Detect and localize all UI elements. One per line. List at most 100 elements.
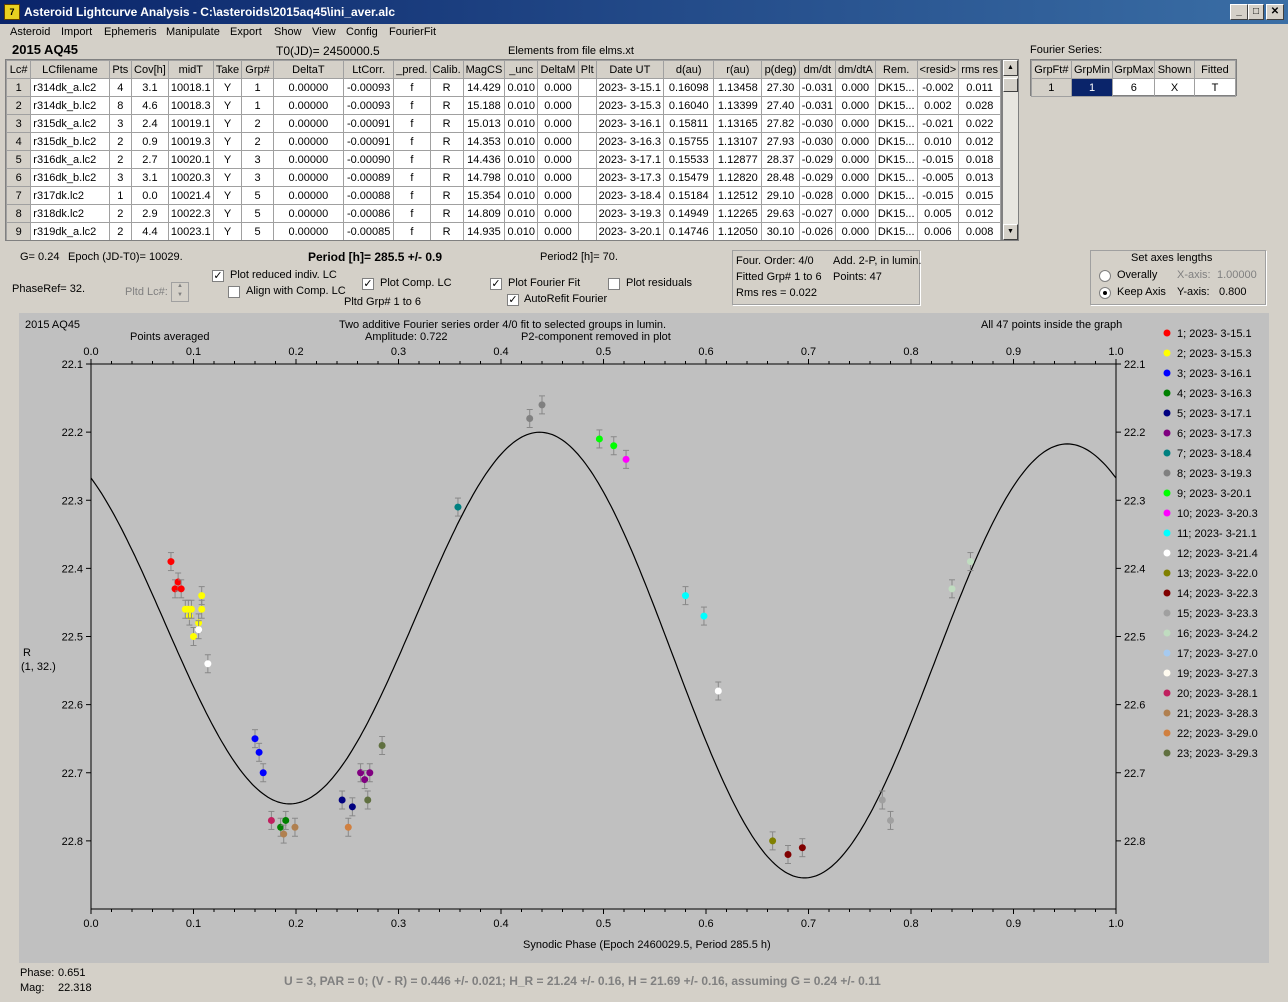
table-cell[interactable]: -0.015 [916,150,960,169]
table-cell[interactable]: 0.000 [537,78,579,97]
table-row[interactable]: 3 r315dk_a.lc2 3 2.4 10019.1 Y 2 0.00000 -0.0009… [6,114,1001,133]
table-cell[interactable]: 4 [108,78,132,97]
table-cell[interactable]: r319dk_a.lc2 [30,222,110,240]
table-cell[interactable]: 0.9 [130,132,169,151]
table-cell[interactable]: 2.4 [130,114,169,133]
table-cell[interactable]: 0.16040 [663,96,715,115]
table-cell[interactable]: 10020.3 [167,168,214,187]
table-cell[interactable]: 15.188 [462,96,506,115]
table-cell[interactable]: 0.00000 [272,78,345,97]
table-cell[interactable]: 27.93 [761,132,800,151]
table-cell[interactable]: 1.12877 [713,150,763,169]
table-cell[interactable]: 0.16098 [663,78,715,97]
table-cell[interactable]: DK15... [874,132,918,151]
autorefit-checkbox[interactable]: ✓ [507,294,519,306]
table-cell[interactable]: -0.031 [798,78,836,97]
table-cell[interactable]: 0.010 [504,186,539,205]
column-header[interactable]: Lc# [6,60,32,79]
table-cell[interactable]: 0.010 [504,222,539,240]
column-header[interactable]: _pred. [393,60,431,79]
table-cell[interactable]: 2 [108,132,132,151]
table-cell[interactable]: 0.028 [958,96,1001,115]
table-cell[interactable]: -0.00085 [343,222,395,240]
table-cell[interactable]: 2 [241,132,274,151]
table-cell[interactable]: 5 [6,150,32,169]
table-cell[interactable]: 1.13107 [713,132,763,151]
table-cell[interactable]: DK15... [874,204,918,223]
table-cell[interactable]: 2023- 3-17.1 [595,150,665,169]
table-cell[interactable]: -0.029 [798,150,836,169]
table-cell[interactable]: -0.030 [798,114,836,133]
menu-import[interactable]: Import [61,26,92,38]
table-cell[interactable]: 27.40 [761,96,800,115]
plot-svg[interactable]: 0.0 0.0 0.1 0.1 0.2 0.2 0.3 0.3 0.4 0.4 0.5 0.5 0.6 0… [19,313,1269,963]
table-cell[interactable]: 0.022 [958,114,1001,133]
table-cell[interactable] [577,96,597,115]
table-cell[interactable] [577,132,597,151]
table-cell[interactable]: 0.000 [834,132,876,151]
table-cell[interactable]: 0.010 [504,96,539,115]
table-cell[interactable]: 3 [241,168,274,187]
table-cell[interactable]: f [393,186,431,205]
column-header[interactable]: _unc [504,60,539,79]
table-row[interactable]: 7 r317dk.lc2 1 0.0 10021.4 Y 5 0.00000 -0.00088 f… [6,186,1001,205]
table-cell[interactable]: Y [212,186,243,205]
table-cell[interactable]: 0.000 [537,114,579,133]
table-cell[interactable]: Y [212,78,243,97]
table-cell[interactable]: 0.013 [958,168,1001,187]
table-cell[interactable]: 28.37 [761,150,800,169]
column-header[interactable]: p(deg) [761,60,800,79]
table-cell[interactable]: r316dk_b.lc2 [30,168,110,187]
fourier-cell-fitted[interactable]: T [1193,78,1237,97]
table-cell[interactable]: 10023.1 [167,222,214,240]
table-cell[interactable]: 0.15533 [663,150,715,169]
table-cell[interactable]: 14.353 [462,132,506,151]
table-cell[interactable]: 0.00000 [272,150,345,169]
table-cell[interactable]: R [429,168,464,187]
menu-view[interactable]: View [312,26,336,38]
menu-fourierfit[interactable]: FourierFit [389,26,436,38]
table-cell[interactable]: -0.028 [798,186,836,205]
table-cell[interactable]: 2 [108,204,132,223]
table-cell[interactable]: 1.13165 [713,114,763,133]
table-cell[interactable]: 0.000 [537,222,579,240]
table-cell[interactable] [577,150,597,169]
table-cell[interactable]: 0.010 [504,168,539,187]
menu-config[interactable]: Config [346,26,378,38]
table-cell[interactable]: 0.006 [916,222,960,240]
table-cell[interactable]: 14.809 [462,204,506,223]
table-cell[interactable]: f [393,168,431,187]
column-header[interactable]: rms res [958,60,1001,79]
table-cell[interactable]: 2023- 3-17.3 [595,168,665,187]
xaxis-value[interactable]: 1.00000 [1217,269,1257,281]
table-row[interactable]: 8 r318dk.lc2 2 2.9 10022.3 Y 5 0.00000 -0.00086 f… [6,204,1001,223]
menu-show[interactable]: Show [274,26,302,38]
table-cell[interactable]: DK15... [874,78,918,97]
table-cell[interactable]: 0.00000 [272,204,345,223]
table-cell[interactable]: 30.10 [761,222,800,240]
fourier-cell-grpmin[interactable]: 1 [1070,78,1114,97]
column-header[interactable]: <resid> [916,60,960,79]
align-checkbox[interactable] [228,286,240,298]
table-scrollbar[interactable]: ▲ ▼ [1002,59,1019,241]
table-cell[interactable]: 0.010 [504,78,539,97]
column-header[interactable]: Take [212,60,243,79]
table-cell[interactable]: R [429,78,464,97]
table-cell[interactable]: f [393,78,431,97]
table-cell[interactable]: 0.018 [958,150,1001,169]
table-cell[interactable]: R [429,132,464,151]
menu-ephemeris[interactable]: Ephemeris [104,26,157,38]
table-cell[interactable]: 2023- 3-18.4 [595,186,665,205]
fourier-series-table[interactable]: GrpFt# GrpMin GrpMax Shown Fitted 1 1 6 … [1030,59,1237,97]
table-cell[interactable] [577,114,597,133]
table-cell[interactable]: 7 [6,186,32,205]
column-header[interactable]: dm/dtA [834,60,876,79]
table-cell[interactable]: 2 [241,114,274,133]
table-cell[interactable]: 2.9 [130,204,169,223]
table-cell[interactable]: 10022.3 [167,204,214,223]
table-cell[interactable]: 14.935 [462,222,506,240]
overally-radio[interactable] [1099,270,1111,282]
table-cell[interactable]: DK15... [874,186,918,205]
table-cell[interactable]: -0.00091 [343,132,395,151]
table-cell[interactable]: 0.00000 [272,114,345,133]
